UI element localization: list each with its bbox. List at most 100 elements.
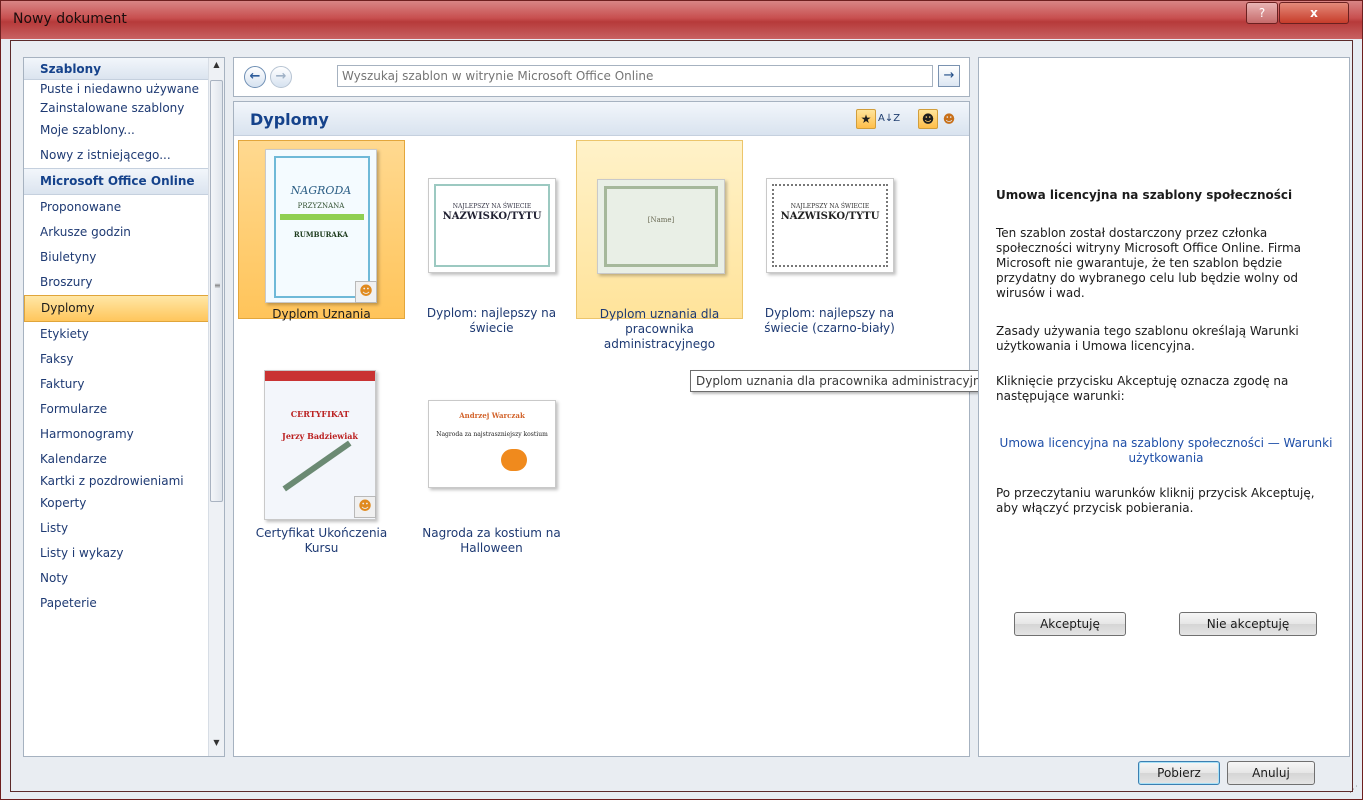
license-paragraph-2: Zasady używania tego szablonu określają … [996,324,1299,353]
template-thumbnail: Andrzej Warczak Nagroda za najstraszniej… [428,400,556,488]
template-tile-najlepszy[interactable]: NAJLEPSZY NA ŚWIECIE NAZWISKO/TYTU Dyplo… [408,140,575,335]
help-button[interactable]: ? [1246,2,1278,24]
category-item-timesheets[interactable]: Arkusze godzin [24,220,209,245]
template-label: Dyplom Uznania [272,307,371,321]
quill-icon [282,440,352,492]
template-thumbnail: [Name] [597,179,725,274]
thumbnail-title-text: NAJLEPSZY NA ŚWIECIE [790,203,870,210]
category-item-letters[interactable]: Listy [24,516,209,541]
category-item-memos[interactable]: Noty [24,566,209,591]
forward-button[interactable]: → [270,66,292,88]
scroll-down-arrow-icon[interactable]: ▼ [209,738,224,754]
category-item-envelopes[interactable]: Koperty [24,491,209,516]
community-author-icon: ☻ [355,281,377,303]
category-item-faxes[interactable]: Faksy [24,347,209,372]
template-label: Dyplom uznania dla pracownika administra… [599,307,720,351]
template-tile-certyfikat[interactable]: CERTYFIKAT Jerzy Badziewiak ☻ Certyfikat… [238,370,405,570]
thumbnail-name-text: [Name] [647,216,675,224]
download-button[interactable]: Pobierz [1138,761,1220,785]
category-item-calendars[interactable]: Kalendarze [24,447,209,472]
sort-by-rating-icon[interactable]: ★ [856,109,876,129]
license-paragraph-3: Kliknięcie przycisku Akceptuję oznacza z… [996,374,1289,403]
license-title: Umowa licencyjna na szablony społecznośc… [996,188,1293,202]
person-remove-icon[interactable]: ☻ [939,109,959,129]
sort-alpha-button[interactable]: A↓Z [877,109,900,129]
template-thumbnail: NAJLEPSZY NA ŚWIECIE NAZWISKO/TYTU [428,178,556,273]
category-item-newsletters[interactable]: Biuletyny [24,245,209,270]
resize-grip-icon[interactable]: ⋰ [1349,785,1358,795]
title-bar[interactable]: Nowy dokument ? x [1,1,1362,39]
thumbnail-border [772,184,888,267]
grip-icon: ≡ [214,281,221,290]
template-categories-panel: Szablony Puste i niedawno używane Zainst… [23,57,225,757]
gallery-header: Dyplomy ★ A↓Z ☻ ☻ [234,102,969,136]
template-tile-najlepszy-bw[interactable]: NAJLEPSZY NA ŚWIECIE NAZWISKO/TYTU Dyplo… [746,140,913,335]
category-item-invoices[interactable]: Faktury [24,372,209,397]
template-label: Dyplom: najlepszy na świecie (czarno-bia… [764,306,895,335]
thumbnail-small-text: PRZYZNANA [297,202,345,210]
license-panel: Umowa licencyjna na szablony społecznośc… [978,57,1350,757]
thumbnail-border [434,184,550,267]
template-search-input[interactable] [337,65,933,87]
category-item-installed[interactable]: Zainstalowane szablony [24,99,209,118]
thumbnail-decoration [280,214,364,220]
thumbnail-decoration [265,371,375,381]
category-scrollbar[interactable]: ▲ ≡ ▼ [208,58,224,756]
category-item-my-templates[interactable]: Moje szablony... [24,118,209,143]
template-gallery: Dyplomy ★ A↓Z ☻ ☻ NAGRODA PRZYZNANA RUMB… [233,101,970,757]
category-item-featured[interactable]: Proponowane [24,195,209,220]
category-header: Szablony [24,58,209,80]
license-terms-link[interactable]: Umowa licencyjna na szablony społecznośc… [996,436,1336,466]
thumbnail-name-text: Jerzy Badziewiak [282,431,358,441]
category-item-diplomas[interactable]: Dyplomy [24,295,209,322]
pumpkin-icon [501,449,527,471]
category-section-office-online: Microsoft Office Online [24,168,209,195]
thumbnail-title-text: NAJLEPSZY NA ŚWIECIE [452,203,532,210]
category-item-greeting-cards[interactable]: Kartki z pozdrowieniami [24,472,209,491]
template-label: Dyplom: najlepszy na świecie [426,306,557,335]
back-button[interactable]: ← [244,66,266,88]
template-thumbnail: NAJLEPSZY NA ŚWIECIE NAZWISKO/TYTU [766,178,894,273]
thumbnail-name-text: NAZWISKO/TYTU [780,211,880,222]
template-label: Nagroda za kostium na Halloween [422,526,561,555]
search-go-button[interactable]: → [938,65,960,87]
scroll-thumb[interactable]: ≡ [210,80,223,502]
thumbnail-title-text: NAGRODA [290,184,352,197]
template-label: Certyfikat Ukończenia Kursu [255,526,388,555]
template-tile-halloween[interactable]: Andrzej Warczak Nagroda za najstraszniej… [408,370,575,570]
license-paragraph-4: Po przeczytaniu warunków kliknij przycis… [996,486,1315,515]
template-tooltip: Dyplom uznania dla pracownika administra… [690,370,1009,392]
category-item-new-from-existing[interactable]: Nowy z istniejącego... [24,143,209,168]
category-item-blank-recent[interactable]: Puste i niedawno używane [24,80,209,99]
search-bar: ← → → [233,57,970,97]
new-document-dialog: Nowy dokument ? x Szablony Puste i nieda… [0,0,1363,800]
close-button[interactable]: x [1279,2,1349,24]
window-title: Nowy dokument [13,11,127,27]
category-item-brochures[interactable]: Broszury [24,270,209,295]
thumbnail-title-text: Andrzej Warczak [459,411,525,420]
person-filter-icon[interactable]: ☻ [918,109,938,129]
accept-button[interactable]: Akceptuję [1014,612,1126,636]
community-author-icon: ☻ [354,496,376,518]
template-thumbnail: NAGRODA PRZYZNANA RUMBURAKA [265,149,377,303]
gallery-title: Dyplomy [250,110,329,129]
decline-button[interactable]: Nie akceptuję [1179,612,1317,636]
category-item-forms[interactable]: Formularze [24,397,209,422]
cancel-button[interactable]: Anuluj [1227,761,1315,785]
thumbnail-name-text: Nagroda za najstraszniejszy kostium [436,431,548,438]
dialog-body: Szablony Puste i niedawno używane Zainst… [10,40,1353,792]
template-tile-administracyjny[interactable]: [Name] Dyplom uznania dla pracownika adm… [576,140,743,351]
category-item-schedules[interactable]: Harmonogramy [24,422,209,447]
category-item-stationery[interactable]: Papeterie [24,591,209,616]
thumbnail-name-text: RUMBURAKA [293,230,349,239]
thumbnail-border [274,156,370,298]
thumbnail-title-text: CERTYFIKAT [290,409,350,419]
scroll-up-arrow-icon[interactable]: ▲ [209,60,224,76]
category-item-labels[interactable]: Etykiety [24,322,209,347]
license-paragraph-1: Ten szablon został dostarczony przez czł… [996,226,1301,300]
thumbnail-border [604,186,718,267]
category-item-lists[interactable]: Listy i wykazy [24,541,209,566]
thumbnail-name-text: NAZWISKO/TYTU [442,211,542,222]
category-list: Szablony Puste i niedawno używane Zainst… [24,58,209,616]
template-tile-dyplom-uznania[interactable]: NAGRODA PRZYZNANA RUMBURAKA ☻ Dyplom Uzn… [238,140,405,321]
